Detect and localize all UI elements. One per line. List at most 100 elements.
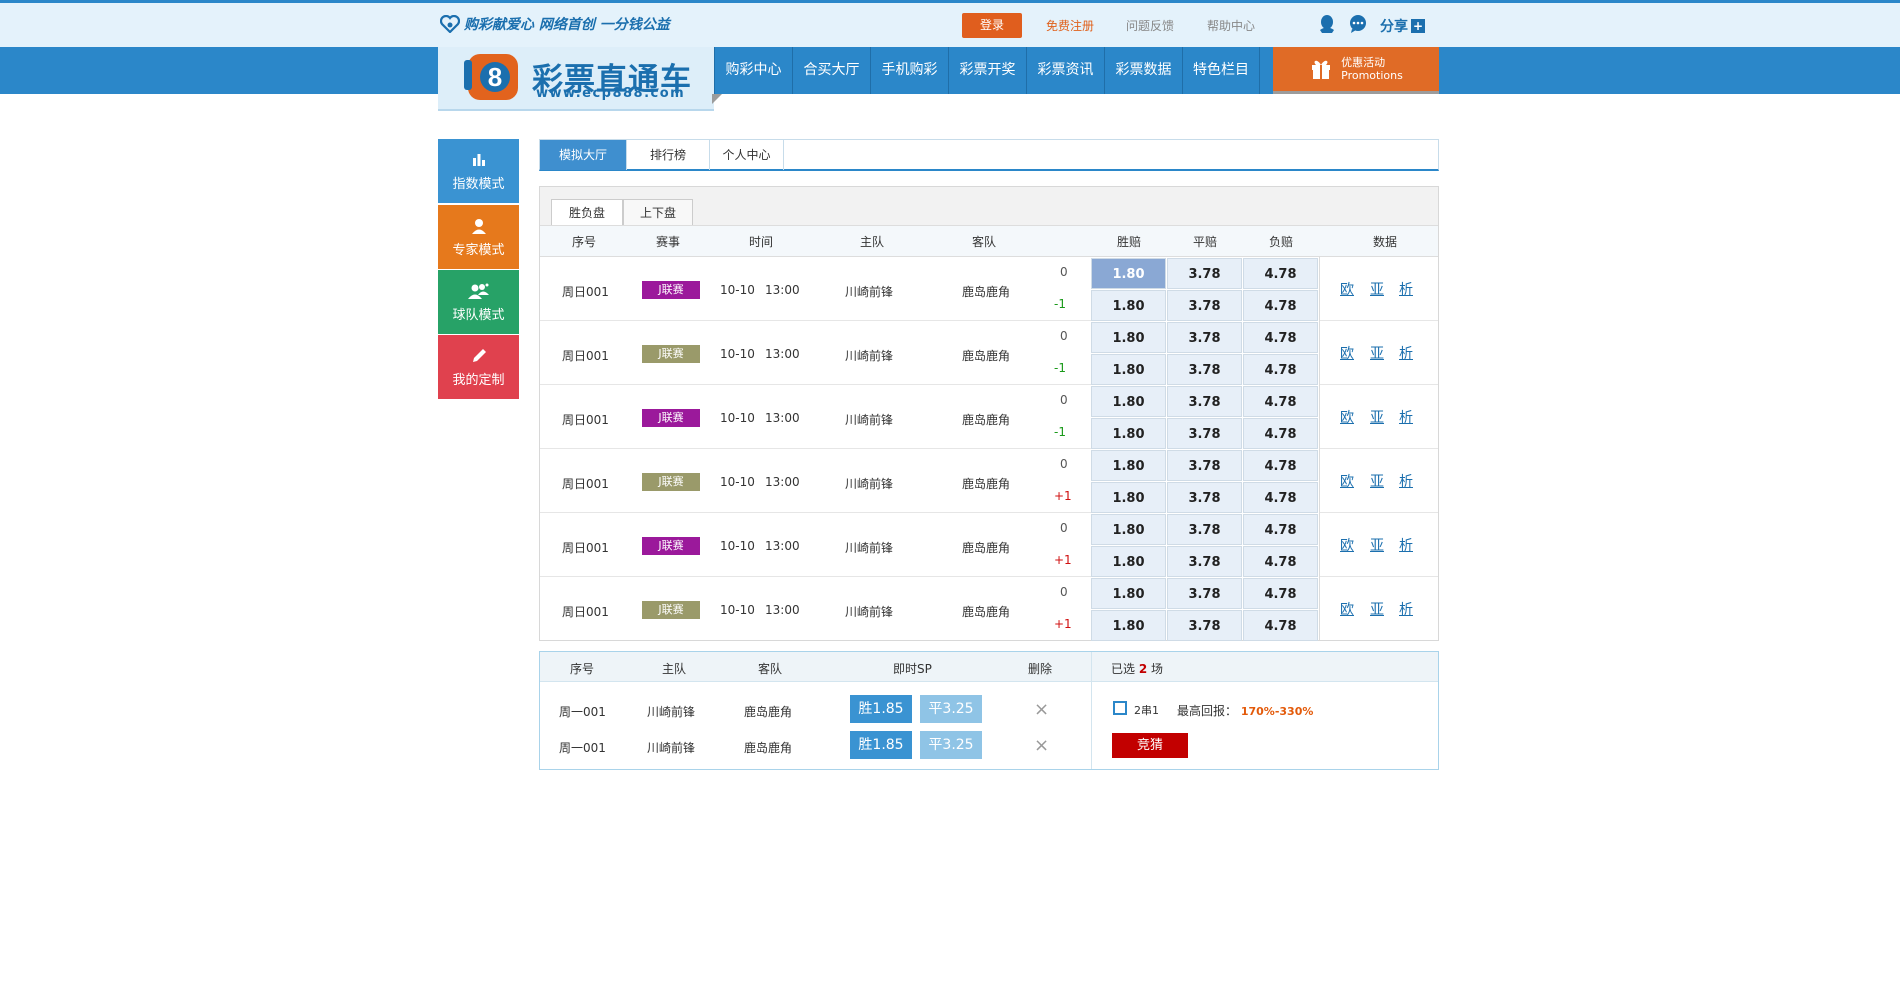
away-team[interactable]: 鹿岛鹿角 xyxy=(962,539,1010,556)
away-team[interactable]: 鹿岛鹿角 xyxy=(962,411,1010,428)
home-team[interactable]: 川崎前锋 xyxy=(845,411,893,428)
odds-cell[interactable]: 1.80 xyxy=(1091,450,1166,481)
odds-cell[interactable]: 1.80 xyxy=(1091,354,1166,385)
odds-cell[interactable]: 1.80 xyxy=(1091,290,1166,321)
home-team[interactable]: 川崎前锋 xyxy=(845,347,893,364)
odds-cell[interactable]: 3.78 xyxy=(1167,514,1242,545)
data-link[interactable]: 亚 xyxy=(1370,407,1384,427)
side-item-expert-mode[interactable]: 专家模式 xyxy=(438,205,519,269)
register-link[interactable]: 免费注册 xyxy=(1046,17,1094,34)
qq-icon[interactable] xyxy=(1318,14,1336,37)
data-link[interactable]: 欧 xyxy=(1340,279,1354,299)
away-team[interactable]: 鹿岛鹿角 xyxy=(962,603,1010,620)
promotions-button[interactable]: 优惠活动 Promotions xyxy=(1273,47,1439,94)
side-item-index-mode[interactable]: 指数模式 xyxy=(438,139,519,203)
nav-item-featured[interactable]: 特色栏目 xyxy=(1182,47,1260,94)
odds-cell[interactable]: 1.80 xyxy=(1091,386,1166,417)
odds-cell[interactable]: 1.80 xyxy=(1091,514,1166,545)
share-button[interactable]: 分享 + xyxy=(1380,16,1425,36)
data-link[interactable]: 亚 xyxy=(1370,343,1384,363)
data-link[interactable]: 析 xyxy=(1399,599,1413,619)
subtab-win-lose[interactable]: 胜负盘 xyxy=(551,199,623,225)
league-badge[interactable]: J联赛 xyxy=(642,473,700,491)
home-team[interactable]: 川崎前锋 xyxy=(845,603,893,620)
nav-item-mobile[interactable]: 手机购彩 xyxy=(870,47,948,94)
odds-cell[interactable]: 4.78 xyxy=(1243,354,1318,385)
league-badge[interactable]: J联赛 xyxy=(642,601,700,619)
league-badge[interactable]: J联赛 xyxy=(642,281,700,299)
side-item-team-mode[interactable]: 球队模式 xyxy=(438,270,519,334)
pass-type-checkbox[interactable] xyxy=(1113,701,1127,715)
data-link[interactable]: 欧 xyxy=(1340,599,1354,619)
odds-cell[interactable]: 4.78 xyxy=(1243,258,1318,289)
odds-cell[interactable]: 3.78 xyxy=(1167,258,1242,289)
odds-cell[interactable]: 4.78 xyxy=(1243,322,1318,353)
data-link[interactable]: 亚 xyxy=(1370,471,1384,491)
home-team[interactable]: 川崎前锋 xyxy=(845,539,893,556)
data-link[interactable]: 亚 xyxy=(1370,535,1384,555)
odds-cell[interactable]: 1.80 xyxy=(1091,546,1166,577)
side-item-my-custom[interactable]: 我的定制 xyxy=(438,335,519,399)
odds-cell[interactable]: 1.80 xyxy=(1091,322,1166,353)
tab-personal-center[interactable]: 个人中心 xyxy=(710,140,784,170)
sp-win-button[interactable]: 胜1.85 xyxy=(850,695,912,723)
subtab-over-under[interactable]: 上下盘 xyxy=(623,199,693,225)
data-link[interactable]: 欧 xyxy=(1340,407,1354,427)
odds-cell[interactable]: 3.78 xyxy=(1167,290,1242,321)
odds-cell[interactable]: 3.78 xyxy=(1167,386,1242,417)
odds-cell[interactable]: 1.80 xyxy=(1091,482,1166,513)
chat-icon[interactable] xyxy=(1348,14,1368,37)
data-link[interactable]: 析 xyxy=(1399,343,1413,363)
guess-button[interactable]: 竞猜 xyxy=(1112,733,1188,758)
odds-cell[interactable]: 3.78 xyxy=(1167,418,1242,449)
odds-cell[interactable]: 1.80 xyxy=(1091,578,1166,609)
odds-cell[interactable]: 4.78 xyxy=(1243,290,1318,321)
sp-draw-button[interactable]: 平3.25 xyxy=(920,695,982,723)
away-team[interactable]: 鹿岛鹿角 xyxy=(962,475,1010,492)
data-link[interactable]: 欧 xyxy=(1340,535,1354,555)
odds-cell[interactable]: 3.78 xyxy=(1167,482,1242,513)
odds-cell[interactable]: 4.78 xyxy=(1243,514,1318,545)
nav-item-data[interactable]: 彩票数据 xyxy=(1104,47,1182,94)
odds-cell[interactable]: 4.78 xyxy=(1243,482,1318,513)
sp-draw-button[interactable]: 平3.25 xyxy=(920,731,982,759)
league-badge[interactable]: J联赛 xyxy=(642,345,700,363)
odds-cell[interactable]: 3.78 xyxy=(1167,546,1242,577)
away-team[interactable]: 鹿岛鹿角 xyxy=(962,283,1010,300)
odds-cell[interactable]: 3.78 xyxy=(1167,578,1242,609)
odds-cell[interactable]: 4.78 xyxy=(1243,386,1318,417)
nav-item-draw-results[interactable]: 彩票开奖 xyxy=(948,47,1026,94)
data-link[interactable]: 欧 xyxy=(1340,471,1354,491)
help-link[interactable]: 帮助中心 xyxy=(1207,17,1255,34)
tab-ranking[interactable]: 排行榜 xyxy=(627,140,710,170)
delete-icon[interactable]: × xyxy=(1034,699,1049,720)
data-link[interactable]: 亚 xyxy=(1370,279,1384,299)
data-link[interactable]: 析 xyxy=(1399,535,1413,555)
home-team[interactable]: 川崎前锋 xyxy=(845,475,893,492)
feedback-link[interactable]: 问题反馈 xyxy=(1126,17,1174,34)
league-badge[interactable]: J联赛 xyxy=(642,537,700,555)
odds-cell[interactable]: 3.78 xyxy=(1167,450,1242,481)
nav-item-lottery-center[interactable]: 购彩中心 xyxy=(714,47,792,94)
data-link[interactable]: 析 xyxy=(1399,471,1413,491)
odds-cell[interactable]: 1.80 xyxy=(1091,418,1166,449)
odds-cell[interactable]: 4.78 xyxy=(1243,418,1318,449)
odds-cell[interactable]: 4.78 xyxy=(1243,546,1318,577)
odds-cell[interactable]: 3.78 xyxy=(1167,354,1242,385)
data-link[interactable]: 析 xyxy=(1399,279,1413,299)
data-link[interactable]: 欧 xyxy=(1340,343,1354,363)
home-team[interactable]: 川崎前锋 xyxy=(845,283,893,300)
odds-cell[interactable]: 1.80 xyxy=(1091,610,1166,641)
nav-item-group-buy[interactable]: 合买大厅 xyxy=(792,47,870,94)
data-link[interactable]: 析 xyxy=(1399,407,1413,427)
login-button[interactable]: 登录 xyxy=(962,13,1022,38)
odds-cell[interactable]: 3.78 xyxy=(1167,322,1242,353)
delete-icon[interactable]: × xyxy=(1034,735,1049,756)
sp-win-button[interactable]: 胜1.85 xyxy=(850,731,912,759)
away-team[interactable]: 鹿岛鹿角 xyxy=(962,347,1010,364)
league-badge[interactable]: J联赛 xyxy=(642,409,700,427)
tab-simulation-hall[interactable]: 模拟大厅 xyxy=(540,140,627,170)
odds-cell[interactable]: 4.78 xyxy=(1243,450,1318,481)
odds-cell[interactable]: 1.80 xyxy=(1091,258,1166,289)
nav-item-news[interactable]: 彩票资讯 xyxy=(1026,47,1104,94)
